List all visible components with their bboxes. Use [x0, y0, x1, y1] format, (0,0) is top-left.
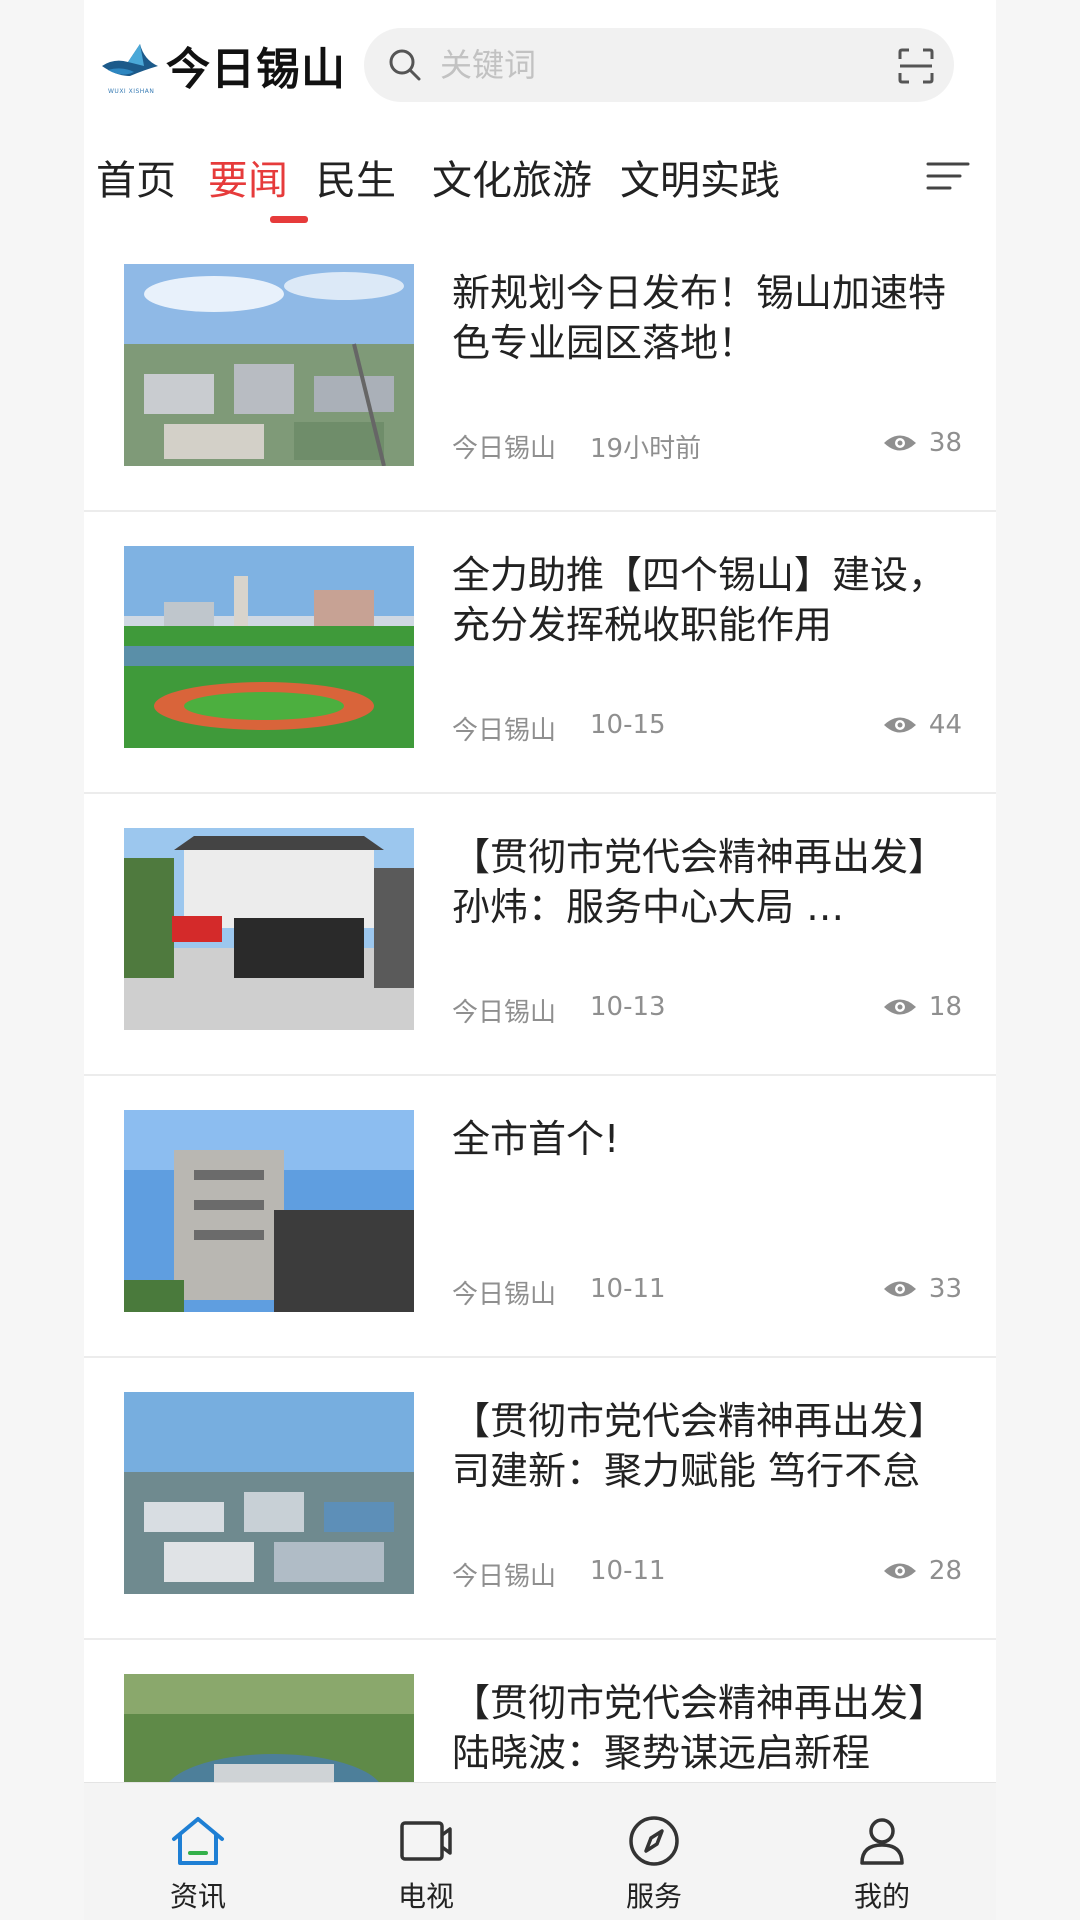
article-list: 新规划今日发布！锡山加速特色专业园区落地！ 今日锡山 19小时前 38 全力助推… — [84, 230, 996, 1782]
eye-icon — [883, 999, 916, 1015]
logo-emblem: WUXI XISHAN — [100, 36, 164, 95]
app-screen: WUXI XISHAN 今日锡山 首页 要闻 民生 文化旅游 文明实践 — [84, 0, 996, 1920]
article-item[interactable]: 全市首个! 今日锡山 10-11 33 — [84, 1076, 996, 1358]
article-meta: 今日锡山 19小时前 38 — [452, 428, 962, 464]
article-source: 今日锡山 — [452, 998, 557, 1028]
nav-label: 资讯 — [169, 1880, 226, 1913]
eye-icon — [883, 1281, 916, 1297]
article-time: 19小时前 — [590, 434, 702, 464]
article-title[interactable]: 全力助推【四个锡山】建设，充分发挥税收职能作用 — [452, 550, 962, 650]
article-thumbnail — [124, 264, 414, 466]
search-icon — [389, 49, 421, 81]
tab-home[interactable]: 首页 — [96, 148, 176, 206]
view-count: 38 — [883, 428, 962, 458]
article-thumbnail — [124, 1110, 414, 1312]
tab-civilization-practice[interactable]: 文明实践 — [620, 148, 846, 206]
article-thumbnail — [124, 546, 414, 748]
article-title[interactable]: 【贯彻市党代会精神再出发】司建新：聚力赋能 笃行不怠 — [452, 1396, 962, 1496]
brand-name: 今日锡山 — [166, 44, 346, 95]
view-count-value: 38 — [928, 428, 962, 458]
menu-icon[interactable] — [926, 158, 970, 194]
article-time: 10-11 — [590, 1274, 666, 1304]
article-title[interactable]: 【贯彻市党代会精神再出发】孙炜：服务中心大局 … — [452, 832, 962, 932]
tab-culture-tourism[interactable]: 文化旅游 — [432, 148, 592, 206]
article-item[interactable]: 新规划今日发布！锡山加速特色专业园区落地！ 今日锡山 19小时前 38 — [84, 230, 996, 512]
tab-news[interactable]: 要闻 — [208, 148, 288, 206]
article-meta: 今日锡山 10-11 33 — [452, 1274, 962, 1310]
article-thumbnail — [124, 828, 414, 1030]
nav-service[interactable]: 服务 — [540, 1783, 768, 1920]
nav-mine[interactable]: 我的 — [768, 1783, 996, 1920]
tabs-fade — [844, 140, 904, 210]
view-count-value: 44 — [928, 710, 962, 740]
article-thumbnail — [124, 1392, 414, 1594]
article-meta: 今日锡山 10-15 44 — [452, 710, 962, 746]
article-title[interactable]: 【贯彻市党代会精神再出发】陆晓波：聚势谋远启新程 — [452, 1678, 962, 1778]
view-count: 18 — [883, 992, 962, 1022]
view-count: 44 — [883, 710, 962, 740]
article-item[interactable]: 【贯彻市党代会精神再出发】孙炜：服务中心大局 … 今日锡山 10-13 18 — [84, 794, 996, 1076]
eye-icon — [883, 717, 916, 733]
nav-label: 电视 — [397, 1880, 454, 1913]
search-bar[interactable] — [364, 28, 954, 102]
nav-label: 我的 — [853, 1880, 910, 1913]
view-count-value: 18 — [928, 992, 962, 1022]
article-meta: 今日锡山 10-13 18 — [452, 992, 962, 1028]
eye-icon — [883, 1563, 916, 1579]
view-count: 33 — [883, 1274, 962, 1304]
article-time: 10-15 — [590, 710, 666, 740]
article-time: 10-13 — [590, 992, 666, 1022]
view-count-value: 28 — [928, 1556, 962, 1586]
article-thumbnail — [124, 1674, 414, 1782]
eye-icon — [883, 435, 916, 451]
category-tabs: 首页 要闻 民生 文化旅游 文明实践 — [84, 130, 996, 230]
article-source: 今日锡山 — [452, 1562, 557, 1592]
article-source: 今日锡山 — [452, 434, 557, 464]
article-item[interactable]: 【贯彻市党代会精神再出发】陆晓波：聚势谋远启新程 — [84, 1640, 996, 1782]
user-icon — [860, 1818, 904, 1865]
nav-label: 服务 — [625, 1880, 682, 1913]
compass-icon — [629, 1816, 679, 1866]
video-camera-icon — [400, 1821, 452, 1861]
app-logo[interactable]: WUXI XISHAN 今日锡山 — [100, 30, 346, 100]
search-input[interactable] — [440, 42, 860, 88]
article-item[interactable]: 全力助推【四个锡山】建设，充分发挥税收职能作用 今日锡山 10-15 44 — [84, 512, 996, 794]
active-tab-indicator — [270, 216, 308, 223]
home-icon — [172, 1817, 224, 1865]
article-source: 今日锡山 — [452, 1280, 557, 1310]
bottom-nav: 资讯 电视 服务 我的 — [84, 1782, 996, 1920]
brand-subtitle: WUXI XISHAN — [108, 88, 155, 95]
header: WUXI XISHAN 今日锡山 — [84, 0, 996, 110]
article-title[interactable]: 新规划今日发布！锡山加速特色专业园区落地！ — [452, 268, 962, 368]
article-time: 10-11 — [590, 1556, 666, 1586]
article-source: 今日锡山 — [452, 716, 557, 746]
view-count: 28 — [883, 1556, 962, 1586]
article-title[interactable]: 全市首个! — [452, 1114, 962, 1164]
view-count-value: 33 — [928, 1274, 962, 1304]
article-meta: 今日锡山 10-11 28 — [452, 1556, 962, 1592]
tab-livelihood[interactable]: 民生 — [316, 148, 396, 206]
scan-icon[interactable] — [898, 48, 934, 84]
nav-news[interactable]: 资讯 — [84, 1783, 312, 1920]
nav-tv[interactable]: 电视 — [312, 1783, 540, 1920]
article-item[interactable]: 【贯彻市党代会精神再出发】司建新：聚力赋能 笃行不怠 今日锡山 10-11 28 — [84, 1358, 996, 1640]
